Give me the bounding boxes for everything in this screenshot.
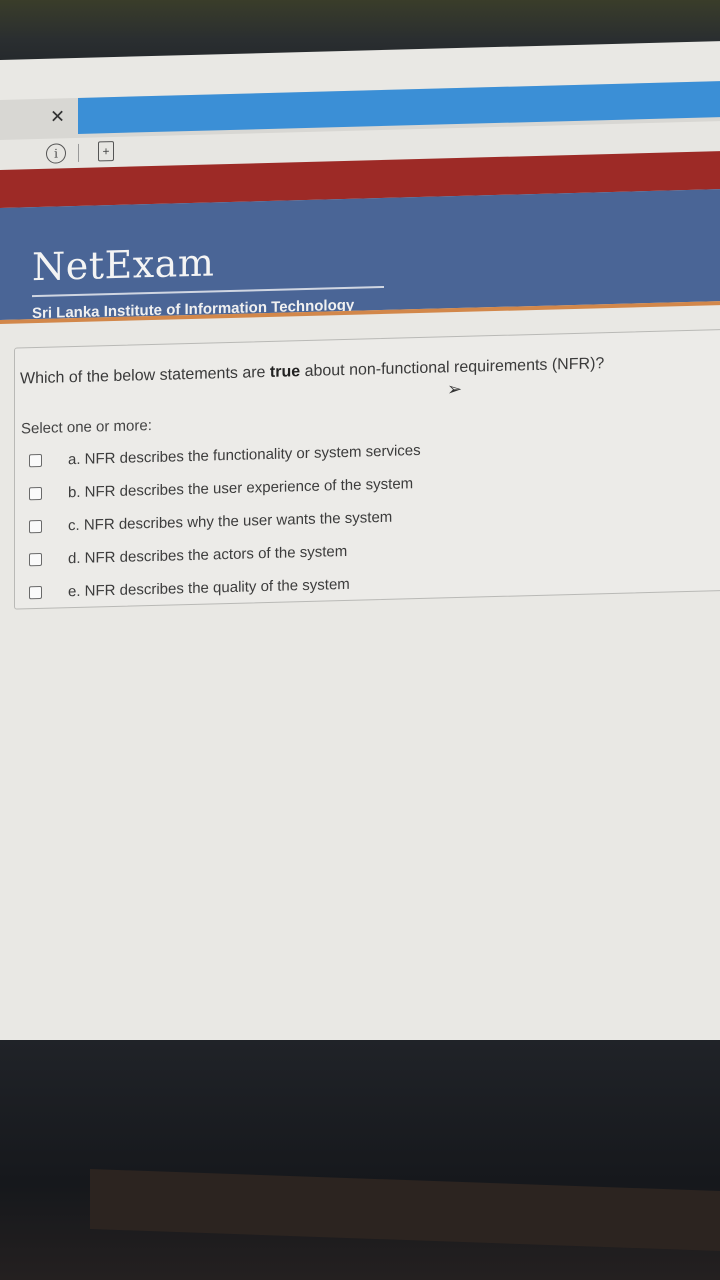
option-d-checkbox[interactable] bbox=[29, 552, 42, 567]
info-icon[interactable]: i bbox=[46, 143, 66, 164]
option-a-label[interactable]: a. NFR describes the functionality or sy… bbox=[68, 442, 421, 468]
option-b-label[interactable]: b. NFR describes the user experience of … bbox=[68, 475, 413, 501]
question-card: Which of the below statements are true a… bbox=[14, 328, 720, 610]
option-e-checkbox[interactable] bbox=[29, 585, 42, 600]
option-e-label[interactable]: e. NFR describes the quality of the syst… bbox=[68, 576, 350, 600]
option-a-checkbox[interactable] bbox=[29, 453, 42, 468]
question-emphasis: true bbox=[269, 363, 301, 381]
page-add-icon[interactable]: + bbox=[98, 141, 114, 162]
question-text: Which of the below statements are true a… bbox=[20, 355, 605, 388]
mouse-pointer-icon: ➢ bbox=[447, 378, 463, 400]
option-b-checkbox[interactable] bbox=[29, 486, 42, 501]
option-d-label[interactable]: d. NFR describes the actors of the syste… bbox=[68, 543, 347, 567]
netexam-logo[interactable]: NetExam bbox=[32, 240, 214, 289]
option-c-checkbox[interactable] bbox=[29, 519, 42, 534]
close-tab-icon[interactable]: ✕ bbox=[50, 106, 65, 127]
divider bbox=[78, 143, 79, 162]
answer-options: a. NFR describes the functionality or sy… bbox=[29, 434, 421, 609]
select-instruction: Select one or more: bbox=[21, 417, 152, 438]
site-header: NetExam Sri Lanka Institute of Informati… bbox=[0, 189, 720, 322]
monitor-screen: ✕ i + NetExam Sri Lanka Institute of Inf… bbox=[0, 41, 720, 1071]
option-c-label[interactable]: c. NFR describes why the user wants the … bbox=[68, 509, 392, 534]
